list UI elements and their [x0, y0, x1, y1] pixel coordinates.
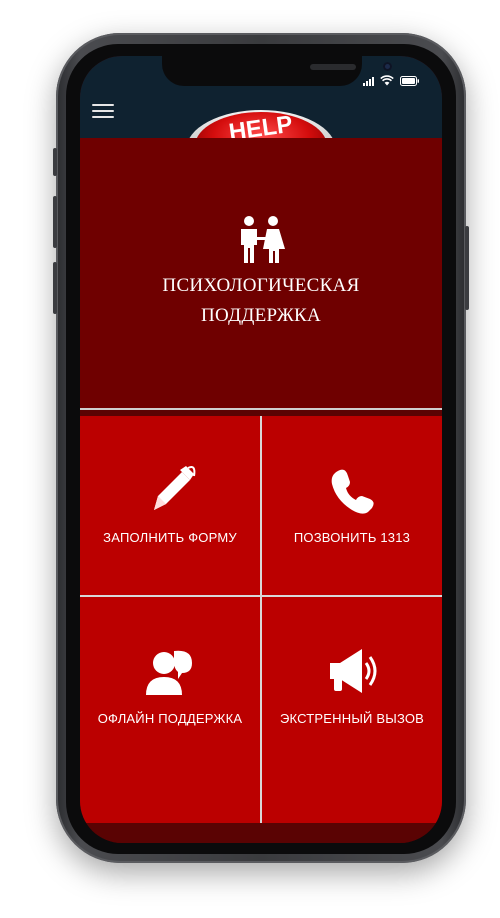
- couple-icon: [241, 216, 285, 263]
- wifi-icon: [380, 75, 394, 86]
- status-bar: [363, 74, 420, 86]
- grid-vertical-divider: [260, 416, 262, 823]
- phone-icon: [331, 469, 374, 514]
- volume-up-button: [53, 196, 57, 248]
- pen-icon: [154, 466, 196, 510]
- speaker-grille: [310, 64, 356, 70]
- fill-form-label: ЗАПОЛНИТЬ ФОРМУ: [103, 530, 237, 545]
- power-button: [465, 226, 469, 310]
- front-camera: [383, 62, 392, 71]
- app-screen: HELP ПСИХОЛОГИЧЕСКАЯ ПОДДЕРЖКА ЗАПОЛНИТЬ…: [80, 56, 442, 843]
- action-grid: ЗАПОЛНИТЬ ФОРМУ ПОЗВОНИТЬ 1313 ОФЛАЙН ПО…: [80, 408, 442, 823]
- mute-switch: [53, 148, 57, 176]
- hero-divider: [80, 408, 442, 410]
- phone-notch: [162, 56, 392, 86]
- hero-title: ПСИХОЛОГИЧЕСКАЯ ПОДДЕРЖКА: [162, 275, 360, 326]
- psych-support-banner[interactable]: ПСИХОЛОГИЧЕСКАЯ ПОДДЕРЖКА: [80, 138, 442, 408]
- cellular-signal-icon: [363, 76, 374, 86]
- emergency-call-button[interactable]: ЭКСТРЕННЫЙ ВЫЗОВ: [262, 597, 442, 776]
- offline-support-label: ОФЛАЙН ПОДДЕРЖКА: [97, 711, 243, 726]
- call-1313-button[interactable]: ПОЗВОНИТЬ 1313: [262, 416, 442, 595]
- call-label: ПОЗВОНИТЬ 1313: [293, 530, 411, 545]
- emergency-call-label: ЭКСТРЕННЫЙ ВЫЗОВ: [279, 711, 425, 726]
- megaphone-icon: [330, 649, 377, 693]
- battery-icon: [400, 76, 419, 86]
- bottom-strip: [80, 823, 442, 843]
- chat-user-icon: [146, 650, 192, 695]
- fill-form-button[interactable]: ЗАПОЛНИТЬ ФОРМУ: [80, 416, 260, 595]
- volume-down-button: [53, 262, 57, 314]
- offline-support-button[interactable]: ОФЛАЙН ПОДДЕРЖКА: [80, 597, 260, 776]
- hamburger-menu-icon[interactable]: [92, 104, 114, 120]
